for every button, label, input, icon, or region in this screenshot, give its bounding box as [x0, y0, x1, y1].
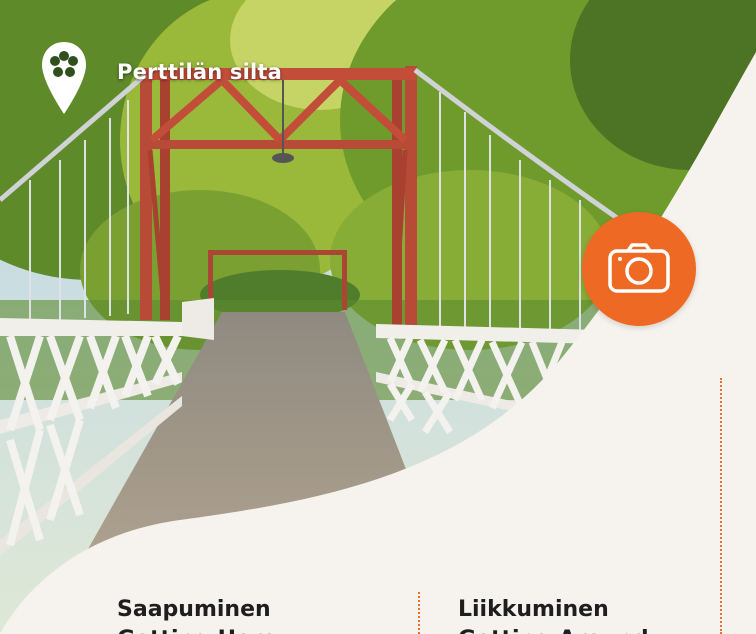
transport-subtitle: Getting Around — [458, 625, 649, 634]
arrival-title: Saapuminen — [117, 597, 271, 622]
column-divider — [720, 378, 722, 634]
app-screen: Perttilän silta Saapuminen Getting Here … — [0, 0, 756, 634]
column-divider — [418, 592, 420, 634]
camera-button[interactable] — [582, 212, 696, 326]
arrival-subtitle: Getting Here — [117, 625, 277, 634]
place-title: Perttilän silta — [117, 60, 283, 84]
camera-icon — [608, 243, 670, 293]
arrival-column: Saapuminen Getting Here — [117, 595, 277, 634]
location-pin-icon — [40, 40, 88, 116]
transport-column: Liikkuminen Getting Around — [458, 595, 649, 634]
transport-title: Liikkuminen — [458, 597, 609, 622]
